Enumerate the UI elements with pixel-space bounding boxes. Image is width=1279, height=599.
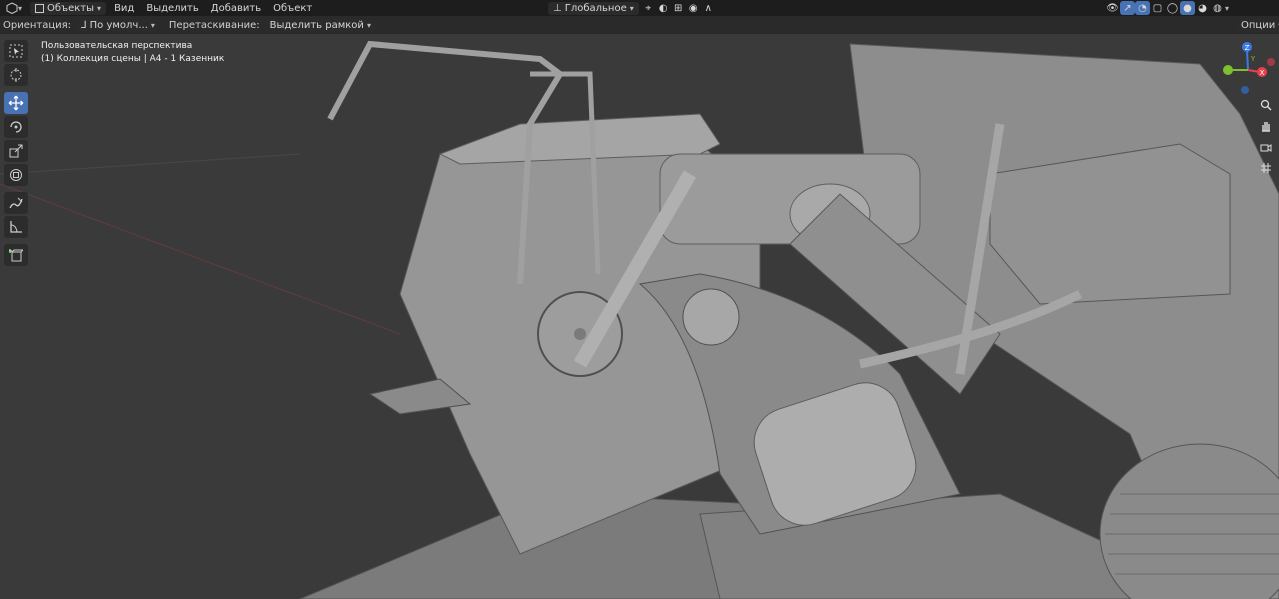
axis-neg-x-handle[interactable]	[1267, 58, 1275, 66]
chevron-down-icon[interactable]: ▾	[1225, 4, 1229, 13]
measure-tool[interactable]	[4, 216, 28, 238]
axis-y-handle[interactable]	[1223, 65, 1233, 75]
hand-pan-icon	[1262, 122, 1270, 132]
tool-shelf	[4, 40, 29, 268]
axes-icon: ⅃	[81, 19, 87, 31]
axis-neg-z-handle[interactable]	[1241, 86, 1249, 94]
transform-orientation-label: Глобальное	[564, 2, 627, 14]
zoom-icon	[1260, 99, 1272, 111]
shading-material-button[interactable]: ◕	[1195, 1, 1210, 15]
cursor-icon	[10, 68, 22, 82]
pivot-point-button[interactable]: ⌖	[641, 1, 656, 15]
transform-controls: ⊥ Глобальное ▾ ⌖ ◐ ⊞ ◉ ∧	[546, 1, 716, 15]
axis-y-label: Y	[1250, 55, 1256, 63]
scale-icon	[9, 144, 23, 158]
axis-z-label: Z	[1245, 44, 1250, 52]
proportional-edit-button[interactable]: ◉	[686, 1, 701, 15]
drag-value: Выделить рамкой	[269, 19, 364, 31]
drag-dropdown[interactable]: Выделить рамкой ▾	[264, 18, 376, 32]
rotate-icon	[10, 121, 22, 133]
rotate-tool[interactable]	[4, 116, 28, 138]
select-box-icon	[9, 44, 23, 58]
ortho-toggle-button[interactable]	[1257, 159, 1275, 177]
mode-label: Объекты	[47, 2, 95, 14]
orientation-value: По умолч...	[89, 19, 148, 31]
transform-tool[interactable]	[4, 164, 28, 186]
menu-object[interactable]: Объект	[267, 1, 318, 15]
falloff-button[interactable]: ∧	[701, 1, 716, 15]
chevron-down-icon: ▾	[150, 20, 155, 30]
transform-icon	[10, 169, 22, 181]
orientation-icon: ⊥	[553, 2, 562, 14]
collection-info: (1) Коллекция сцены | А4 - 1 Казенник	[41, 54, 225, 64]
viewport-overlay: Пользовательская перспектива (1) Коллекц…	[41, 40, 224, 66]
move-tool[interactable]	[4, 92, 28, 114]
menu-select[interactable]: Выделить	[140, 1, 204, 15]
select-box-tool[interactable]	[4, 40, 28, 62]
annotate-icon	[9, 197, 23, 209]
viewport-header: ▾ Объекты ▾ Вид Выделить Добавить Объект…	[0, 0, 1279, 16]
navigation-gizmo[interactable]: Z X Y	[1220, 40, 1278, 100]
add-cube-icon	[9, 249, 23, 262]
shading-rendered-button[interactable]: ◍	[1210, 1, 1225, 15]
measure-icon	[10, 221, 22, 233]
view-name: Пользовательская перспектива	[41, 41, 193, 51]
zoom-button[interactable]	[1257, 96, 1275, 114]
orientation-label: Ориентация:	[3, 19, 72, 31]
shading-wireframe-button[interactable]: ◯	[1165, 1, 1180, 15]
scale-tool[interactable]	[4, 140, 28, 162]
snap-button[interactable]: ◐	[656, 1, 671, 15]
viewport-display-controls: 👁 ↗ ◔ ▢ ◯ ● ◕ ◍ ▾	[1105, 1, 1229, 15]
transform-orientation-dropdown[interactable]: ⊥ Глобальное ▾	[548, 1, 639, 15]
camera-button[interactable]	[1257, 138, 1275, 156]
chevron-down-icon: ▾	[18, 3, 23, 13]
gizmo-toggle-button[interactable]: ↗	[1120, 1, 1135, 15]
move-icon	[8, 95, 24, 111]
cube-icon	[6, 2, 18, 14]
object-mode-icon	[35, 3, 45, 13]
snap-target-button[interactable]: ⊞	[671, 1, 686, 15]
shading-solid-button[interactable]: ●	[1180, 1, 1195, 15]
chevron-down-icon: ▾	[97, 3, 102, 13]
overlay-toggle-button[interactable]: ◔	[1135, 1, 1150, 15]
menu-add[interactable]: Добавить	[205, 1, 267, 15]
add-cube-tool[interactable]	[4, 244, 28, 266]
xray-button[interactable]: ▢	[1150, 1, 1165, 15]
annotate-tool[interactable]	[4, 192, 28, 214]
tool-settings-bar: Ориентация: ⅃ По умолч... ▾ Перетаскиван…	[0, 16, 1279, 34]
menu-view[interactable]: Вид	[108, 1, 140, 15]
options-label: Опции	[1241, 19, 1276, 31]
cursor-tool[interactable]	[4, 64, 28, 86]
chevron-down-icon: ▾	[629, 3, 634, 13]
drag-label: Перетаскивание:	[168, 19, 260, 31]
axis-x-label: X	[1260, 69, 1265, 77]
mode-dropdown[interactable]: Объекты ▾	[30, 1, 107, 15]
orientation-dropdown[interactable]: ⅃ По умолч... ▾	[76, 18, 160, 32]
camera-icon	[1260, 144, 1272, 152]
options-dropdown[interactable]: Опции ▾	[1236, 18, 1279, 32]
chevron-down-icon: ▾	[366, 20, 371, 30]
visibility-button[interactable]: 👁	[1105, 1, 1120, 15]
grid-ortho-icon	[1261, 163, 1271, 173]
pan-button[interactable]	[1257, 117, 1275, 135]
viewport-scene[interactable]	[0, 34, 1279, 599]
editor-type-button[interactable]: ▾	[0, 1, 28, 15]
